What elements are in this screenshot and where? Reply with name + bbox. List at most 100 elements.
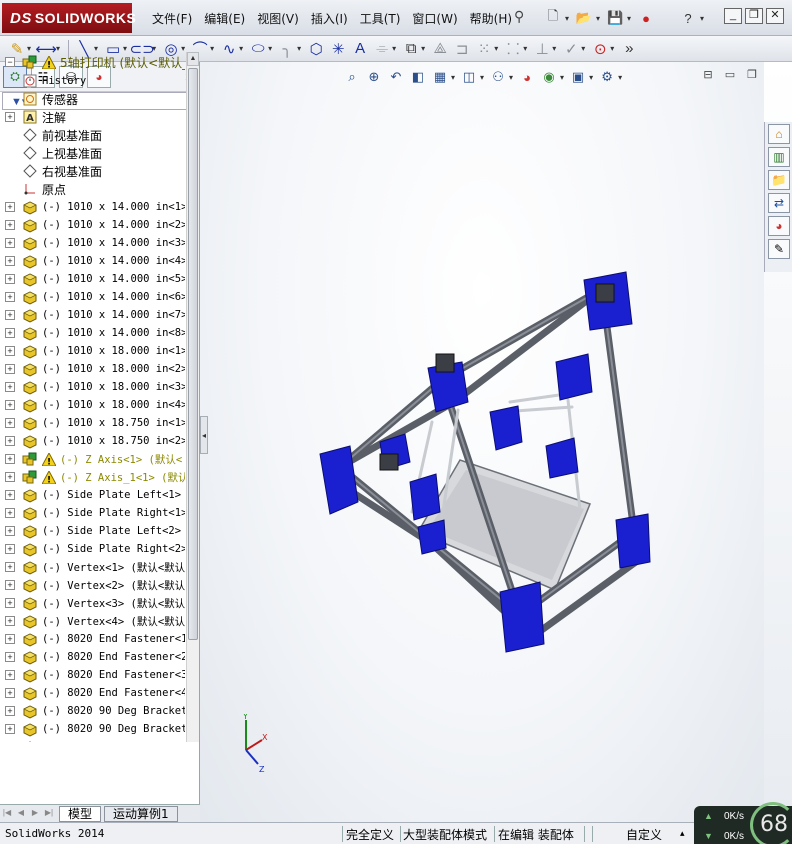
scroll-up-icon[interactable]: ▲ <box>187 52 199 66</box>
fillet-dropdown-icon[interactable]: ▾ <box>297 44 301 53</box>
centerline-dropdown-icon[interactable]: ▾ <box>392 44 396 53</box>
tree-item[interactable]: + (-) 1010 x 14.000 in<5> <box>0 270 185 288</box>
printer-assembly-model[interactable] <box>200 62 764 822</box>
polygon-icon[interactable]: ⬡ <box>305 38 327 60</box>
tree-expand-toggle[interactable]: + <box>5 238 15 248</box>
offset-dropdown-icon[interactable]: ▾ <box>421 44 425 53</box>
relations-icon[interactable]: ⊥ <box>531 38 553 60</box>
tree-item[interactable]: + (-) Side Plate Left<2> <box>0 522 185 540</box>
tree-item[interactable]: + (-) 8020 End Fastener<1 <box>0 630 185 648</box>
tree-item[interactable]: + (-) 1010 x 14.000 in<4> <box>0 252 185 270</box>
tree-expand-toggle[interactable]: + <box>5 562 15 572</box>
tab-motion-study[interactable]: 运动算例1 <box>104 805 178 822</box>
prev-tab-icon[interactable]: ◀ <box>14 808 28 820</box>
point-icon[interactable]: ✳ <box>327 38 349 60</box>
trim-icon[interactable]: ⊐ <box>451 38 473 60</box>
tree-expand-toggle[interactable]: + <box>5 598 15 608</box>
first-tab-icon[interactable]: |◀ <box>0 808 14 820</box>
menu-item[interactable]: 视图(V) <box>251 8 305 29</box>
tree-item[interactable]: + (-) 8020 End Fastener<3 <box>0 666 185 684</box>
tree-expand-toggle[interactable]: + <box>5 454 15 464</box>
tree-item[interactable]: + (-) Vertex<3> (默认<默认 <box>0 594 185 612</box>
tree-item[interactable]: + (-) 1010 x 18.000 in<3> <box>0 378 185 396</box>
pattern-icon[interactable]: ⁙ <box>473 38 495 60</box>
close-button[interactable]: ✕ <box>766 8 784 24</box>
menu-item[interactable]: 窗口(W) <box>406 8 463 29</box>
appearances-scenes-icon[interactable]: ◕ <box>768 216 790 236</box>
quick-snaps-icon[interactable]: ⊙ <box>589 38 611 60</box>
collapse-arrow-icon[interactable]: ◂ <box>202 431 206 440</box>
toolbar-more-icon[interactable]: » <box>618 38 640 60</box>
fillet-icon[interactable]: ╮ <box>276 38 298 60</box>
tree-item[interactable]: +(-) 8020 90 Deg Bracket <box>0 720 185 738</box>
tree-item[interactable]: +(-) 8020 90 Deg Bracket <box>0 738 185 742</box>
units-dropdown-icon[interactable]: ▴ <box>680 829 685 839</box>
tree-item[interactable]: + A 注解 <box>0 108 185 126</box>
ellipse-dropdown-icon[interactable]: ▾ <box>268 44 272 53</box>
tree-item[interactable]: + (-) Vertex<4> (默认<默认 <box>0 612 185 630</box>
tree-scrollbar[interactable]: ▲ <box>186 52 199 742</box>
tree-item[interactable]: + (-) 1010 x 18.750 in<2> <box>0 432 185 450</box>
scroll-thumb[interactable] <box>188 68 198 640</box>
tree-root-assembly[interactable]: − ! 5轴打印机 (默认<默认_显 <box>0 52 185 72</box>
tree-item[interactable]: + (-) Vertex<2> (默认<默认 <box>0 576 185 594</box>
tree-item[interactable]: + (-) Side Plate Right<2> <box>0 540 185 558</box>
tree-item[interactable]: + (-) 8020 End Fastener<4 <box>0 684 185 702</box>
custom-properties-icon[interactable]: ✎ <box>768 239 790 259</box>
move-dropdown-icon[interactable]: ▾ <box>523 44 527 53</box>
tree-item[interactable]: + (-) 1010 x 18.000 in<1> <box>0 342 185 360</box>
arc-dropdown-icon[interactable]: ▾ <box>210 44 214 53</box>
status-large-assembly[interactable]: 大型装配体模式 <box>403 826 487 843</box>
open-folder-icon[interactable]: 📂 <box>573 7 595 29</box>
repair-sketch-icon[interactable]: ✓ <box>560 38 582 60</box>
spline-dropdown-icon[interactable]: ▾ <box>239 44 243 53</box>
tree-expand-toggle[interactable]: + <box>5 508 15 518</box>
tree-expand-toggle[interactable]: + <box>5 112 15 122</box>
tree-expand-toggle[interactable]: + <box>5 670 15 680</box>
tree-expand-toggle[interactable]: + <box>5 400 15 410</box>
tree-expand-toggle[interactable]: + <box>5 220 15 230</box>
tree-item[interactable]: 前视基准面 <box>0 126 185 144</box>
tree-expand-toggle[interactable]: + <box>5 202 15 212</box>
tree-item[interactable]: + (-) 1010 x 18.750 in<1> <box>0 414 185 432</box>
ellipse-icon[interactable]: ⬭ <box>247 38 269 60</box>
tree-item[interactable]: History <box>0 72 185 90</box>
tree-item[interactable]: + (-) Side Plate Right<1> <box>0 504 185 522</box>
file-explorer-icon[interactable]: 📁 <box>768 170 790 190</box>
new-document-icon[interactable]: 🗋 <box>542 7 564 29</box>
offset-icon[interactable]: ⧉ <box>400 38 422 60</box>
open-dropdown-icon[interactable]: ▾ <box>596 14 600 23</box>
status-custom-units[interactable]: 自定义 <box>626 826 662 843</box>
menu-item[interactable]: 插入(I) <box>305 8 354 29</box>
tree-expand-toggle[interactable]: + <box>5 652 15 662</box>
menu-item[interactable]: 文件(F) <box>146 8 198 29</box>
pin-icon[interactable]: ⚲ <box>514 8 524 25</box>
tree-item[interactable]: + (-) 1010 x 14.000 in<3> <box>0 234 185 252</box>
repair-dropdown-icon[interactable]: ▾ <box>581 44 585 53</box>
tree-item[interactable]: +! (-) Z Axis_1<1> (默认 <box>0 468 185 486</box>
help-dropdown-icon[interactable]: ▾ <box>700 14 704 23</box>
move-entities-icon[interactable]: ⸬ <box>502 38 524 60</box>
graphics-viewport[interactable]: ⌕ ⊕ ↶ ◧ ▦▾ ◫▾ ⚇▾ ◕ ◉▾ ▣▾ ⚙▾ ⊟ ▭ ❐ ✕ <box>200 62 779 822</box>
design-library-icon[interactable]: ▥ <box>768 147 790 167</box>
menu-item[interactable]: 工具(T) <box>354 8 407 29</box>
tree-item[interactable]: + (-) 1010 x 14.000 in<6> <box>0 288 185 306</box>
tree-expand-toggle[interactable]: + <box>5 346 15 356</box>
snaps-dropdown-icon[interactable]: ▾ <box>610 44 614 53</box>
tree-expand-toggle[interactable]: + <box>5 616 15 626</box>
centerline-icon[interactable]: ⌯ <box>371 38 393 60</box>
tree-item[interactable]: + (-) 1010 x 18.000 in<4> <box>0 396 185 414</box>
tree-expand-toggle[interactable]: + <box>5 544 15 554</box>
menu-item[interactable]: 帮助(H) <box>464 8 518 29</box>
save-icon[interactable]: 💾 <box>604 7 626 29</box>
tree-expand-toggle[interactable]: + <box>5 436 15 446</box>
solidworks-resources-icon[interactable]: ⌂ <box>768 124 790 144</box>
tree-expand-toggle[interactable]: + <box>5 580 15 590</box>
panel-collapse-handle[interactable]: ◂ <box>200 416 208 454</box>
convert-entities-icon[interactable]: ⟁ <box>429 38 451 60</box>
tree-expand-toggle[interactable]: + <box>5 364 15 374</box>
tree-item[interactable]: + (-) 1010 x 14.000 in<7> <box>0 306 185 324</box>
tree-item[interactable]: + (-) 1010 x 14.000 in<2> <box>0 216 185 234</box>
tree-expand-toggle[interactable]: + <box>5 328 15 338</box>
tree-item[interactable]: +(-) 8020 90 Deg Bracket <box>0 702 185 720</box>
